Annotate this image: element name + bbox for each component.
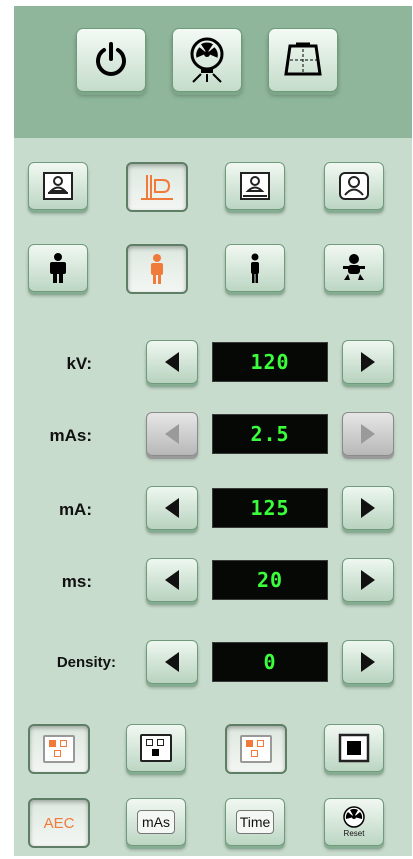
field-select-3-button[interactable] <box>225 724 287 774</box>
density-decrease-button[interactable] <box>146 640 198 684</box>
slim-body-icon <box>251 253 259 283</box>
left-arrow-icon <box>165 652 179 672</box>
right-arrow-icon <box>361 652 375 672</box>
xray-button[interactable] <box>172 28 242 92</box>
large-body-icon <box>50 253 66 283</box>
kv-label: kV: <box>66 354 92 373</box>
mas-mode-label: mAs <box>137 810 175 834</box>
field-select-4-button[interactable] <box>324 724 384 772</box>
reset-button[interactable]: Reset <box>324 798 384 846</box>
position-table-alt-button[interactable] <box>225 162 285 210</box>
density-label: Density: <box>56 654 116 671</box>
top-toolbar <box>14 6 412 138</box>
position-table-button[interactable] <box>28 162 88 210</box>
power-button[interactable] <box>76 28 146 92</box>
density-display: 0 <box>212 642 328 682</box>
aec-center-field-icon <box>140 734 172 762</box>
power-icon <box>96 42 126 76</box>
left-arrow-icon <box>165 424 179 444</box>
ma-increase-button[interactable] <box>342 486 394 530</box>
mas-increase-button[interactable] <box>342 412 394 456</box>
ma-label: mA: <box>58 500 92 519</box>
left-arrow-icon <box>165 570 179 590</box>
xray-tube-icon <box>190 37 224 83</box>
field-select-2-button[interactable] <box>126 724 186 772</box>
aec-fields-orange-icon <box>43 735 75 763</box>
detector-button[interactable] <box>268 28 338 92</box>
aec-label: AEC <box>43 814 75 832</box>
position-head-button[interactable] <box>324 162 384 210</box>
time-mode-label: Time <box>235 810 275 834</box>
aec-fields-orange-alt-icon <box>240 735 272 763</box>
time-mode-button[interactable]: Time <box>225 798 285 846</box>
mas-display: 2.5 <box>212 414 328 454</box>
mas-decrease-button[interactable] <box>146 412 198 456</box>
kv-increase-button[interactable] <box>342 340 394 384</box>
table-patient-alt-icon <box>240 172 270 200</box>
right-arrow-icon <box>361 498 375 518</box>
detector-plate-icon <box>284 42 322 76</box>
body-child-button[interactable] <box>324 244 384 292</box>
field-select-1-button[interactable] <box>28 724 90 774</box>
kv-decrease-button[interactable] <box>146 340 198 384</box>
ms-increase-button[interactable] <box>342 558 394 602</box>
mas-mode-button[interactable]: mAs <box>126 798 186 846</box>
body-large-button[interactable] <box>28 244 88 292</box>
head-portrait-icon <box>339 172 369 200</box>
body-medium-button[interactable] <box>126 244 188 294</box>
wall-stand-icon <box>141 175 173 200</box>
ms-label: ms: <box>61 572 92 591</box>
child-icon <box>343 254 365 280</box>
right-arrow-icon <box>361 352 375 372</box>
control-panel: kV: 120 mAs: 2.5 mA: 125 ms: 20 Density:… <box>14 6 412 856</box>
ms-display: 20 <box>212 560 328 600</box>
body-slim-button[interactable] <box>225 244 285 292</box>
radiation-icon <box>343 806 365 828</box>
mas-label: mAs: <box>49 426 92 445</box>
reset-label: Reset <box>343 829 365 838</box>
position-wall-stand-button[interactable] <box>126 162 188 212</box>
right-arrow-icon <box>361 570 375 590</box>
ma-decrease-button[interactable] <box>146 486 198 530</box>
aec-mode-button[interactable]: AEC <box>28 798 90 848</box>
table-patient-icon <box>43 172 73 200</box>
full-field-icon <box>338 733 370 763</box>
left-arrow-icon <box>165 352 179 372</box>
right-arrow-icon <box>361 424 375 444</box>
left-arrow-icon <box>165 498 179 518</box>
ms-decrease-button[interactable] <box>146 558 198 602</box>
medium-body-icon <box>151 254 163 284</box>
density-increase-button[interactable] <box>342 640 394 684</box>
ma-display: 125 <box>212 488 328 528</box>
kv-display: 120 <box>212 342 328 382</box>
